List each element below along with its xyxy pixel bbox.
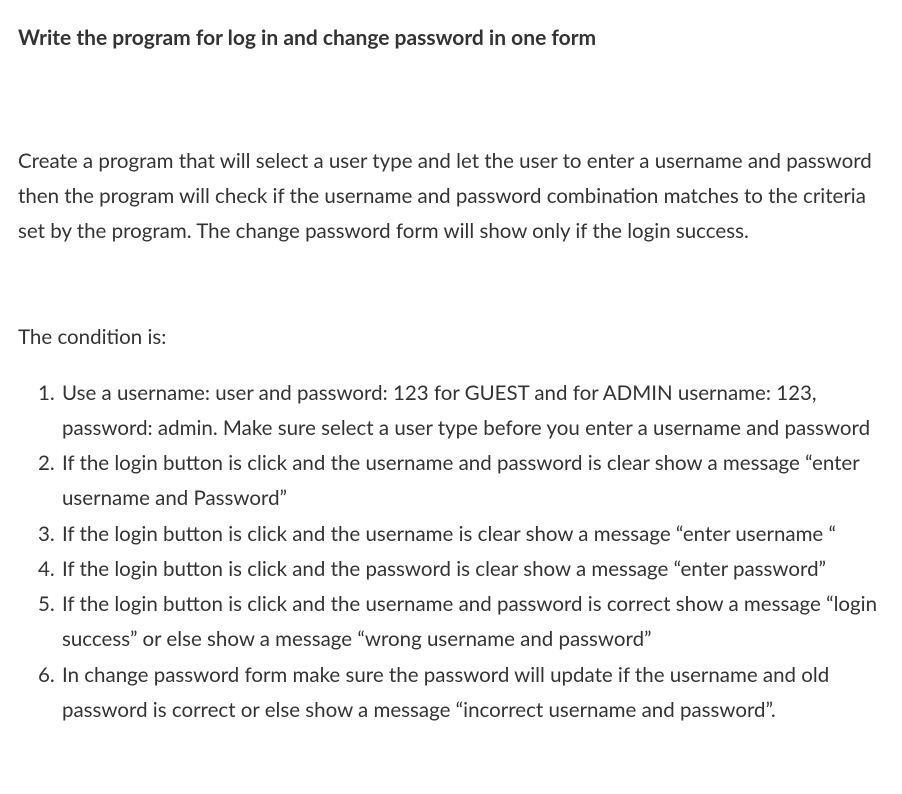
list-item: In change password form make sure the pa… [60,658,886,729]
condition-heading: The condition is: [18,321,886,354]
document-page: Write the program for log in and change … [0,0,902,752]
intro-paragraph: Create a program that will select a user… [18,144,886,249]
page-title: Write the program for log in and change … [18,24,886,52]
conditions-list: Use a username: user and password: 123 f… [18,376,886,729]
list-item: If the login button is click and the use… [60,517,886,552]
list-item: If the login button is click and the use… [60,446,886,517]
list-item: If the login button is click and the pas… [60,552,886,587]
list-item: Use a username: user and password: 123 f… [60,376,886,447]
list-item: If the login button is click and the use… [60,587,886,658]
